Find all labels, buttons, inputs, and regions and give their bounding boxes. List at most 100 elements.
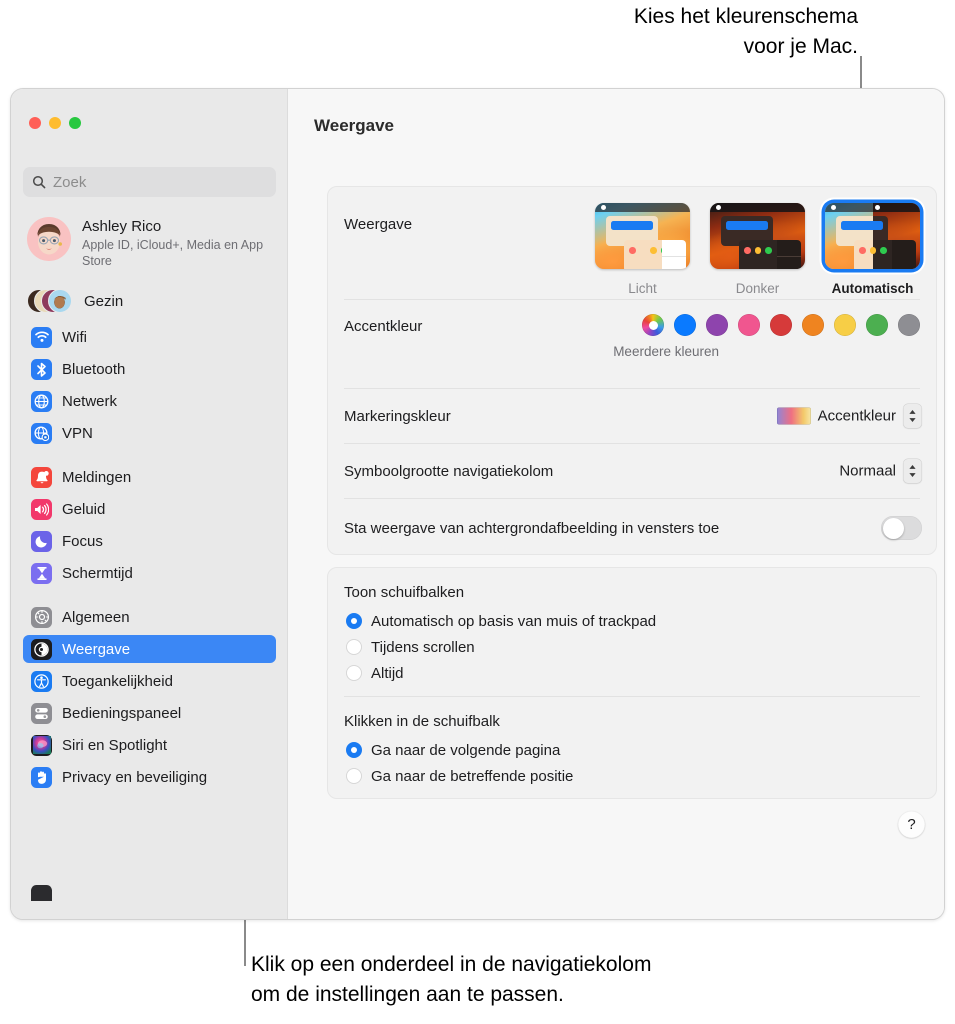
sidebar-icon-size-value: Normaal xyxy=(839,462,896,480)
theme-option-auto[interactable]: Automatisch xyxy=(825,203,920,296)
page-title: Weergave xyxy=(314,116,395,135)
radio-button[interactable] xyxy=(346,768,362,784)
scrollbar-card: Toon schuifbalken Automatisch op basis v… xyxy=(327,567,937,799)
minimize-button[interactable] xyxy=(49,117,61,129)
theme-label-dark: Donker xyxy=(735,281,780,296)
close-button[interactable] xyxy=(29,117,41,129)
radio-button[interactable] xyxy=(346,665,362,681)
accent-swatch-blue[interactable] xyxy=(674,314,696,336)
siri-icon xyxy=(31,734,52,756)
sidebar-item-netwerk[interactable]: Netwerk xyxy=(23,387,276,415)
wallpaper-tinting-label: Sta weergave van achtergrondafbeelding i… xyxy=(344,519,720,537)
sidebar-item-privacy-en-beveiliging[interactable]: Privacy en beveiliging xyxy=(23,763,276,791)
appearance-label: Weergave xyxy=(344,216,413,233)
accent-swatch-green[interactable] xyxy=(866,314,888,336)
show-scrollbars-option-0[interactable]: Automatisch op basis van muis of trackpa… xyxy=(346,608,920,634)
sidebar-item-label-family: Gezin xyxy=(84,292,124,310)
sidebar-item-label: Geluid xyxy=(62,500,106,518)
sidebar-item-bluetooth[interactable]: Bluetooth xyxy=(23,355,276,383)
help-button[interactable]: ? xyxy=(898,811,925,838)
highlight-color-value: Accentkleur xyxy=(817,407,896,425)
theme-label-auto: Automatisch xyxy=(831,281,914,296)
click-scrollbar-option-1[interactable]: Ga naar de betreffende positie xyxy=(346,763,920,789)
wallpaper-tinting-row: Sta weergave van achtergrondafbeelding i… xyxy=(328,499,936,557)
system-settings-window: Zoek Ashley Rico Apple ID, iCloud+, Medi… xyxy=(10,88,945,920)
sidebar-item-label: VPN xyxy=(62,424,93,442)
wallpaper-tinting-toggle[interactable] xyxy=(881,516,922,540)
account-subtitle: Apple ID, iCloud+, Media en App Store xyxy=(82,237,264,268)
sidebar-item-family[interactable]: Gezin xyxy=(23,284,276,318)
sidebar-item-bedieningspaneel[interactable]: Bedieningspaneel xyxy=(23,699,276,727)
zoom-button[interactable] xyxy=(69,117,81,129)
accessibility-icon xyxy=(31,670,52,692)
click-scrollbar-section: Klikken in de schuifbalk Ga naar de volg… xyxy=(328,697,936,799)
sidebar-item-label: Algemeen xyxy=(62,608,130,626)
accent-color-row: Accentkleur Meerdere kleuren xyxy=(328,300,936,388)
sidebar-group-1: Meldingen Geluid Focus Schermtijd xyxy=(23,463,276,587)
accent-swatch-purple[interactable] xyxy=(706,314,728,336)
window-controls xyxy=(29,117,81,129)
highlight-color-row: Markeringskleur Accentkleur xyxy=(328,389,936,443)
sidebar-nav: Wifi Bluetooth Netwerk VPN Meldingen Geluid Fo… xyxy=(23,323,276,807)
search-icon xyxy=(32,175,46,189)
sidebar-item-meldingen[interactable]: Meldingen xyxy=(23,463,276,491)
sidebar-item-apple-id[interactable]: Ashley Rico Apple ID, iCloud+, Media en … xyxy=(23,213,276,273)
highlight-color-popup[interactable]: Accentkleur xyxy=(776,403,922,429)
sidebar-item-label: Bluetooth xyxy=(62,360,126,378)
accent-color-label: Accentkleur xyxy=(344,318,423,335)
sidebar-item-siri-en-spotlight[interactable]: Siri en Spotlight xyxy=(23,731,276,759)
radio-label: Ga naar de betreffende positie xyxy=(371,767,574,785)
theme-picker: Licht Donker Automatisch xyxy=(595,203,920,296)
radio-button[interactable] xyxy=(346,742,362,758)
search-input[interactable]: Zoek xyxy=(23,167,276,197)
sidebar-item-algemeen[interactable]: Algemeen xyxy=(23,603,276,631)
sidebar-item-label: Toegankelijkheid xyxy=(62,672,173,690)
radio-button[interactable] xyxy=(346,613,362,629)
accent-swatch-yellow[interactable] xyxy=(834,314,856,336)
sidebar-item-geluid[interactable]: Geluid xyxy=(23,495,276,523)
theme-thumb-light xyxy=(595,203,690,269)
highlight-color-label: Markeringskleur xyxy=(344,407,451,425)
sidebar-item-label: Focus xyxy=(62,532,103,550)
bluetooth-icon xyxy=(31,358,52,380)
sidebar-item-partial-icon[interactable] xyxy=(31,885,52,901)
control-center-icon xyxy=(31,702,52,724)
wifi-icon xyxy=(31,326,52,348)
accent-swatch-pink[interactable] xyxy=(738,314,760,336)
account-name: Ashley Rico xyxy=(82,218,162,235)
chevron-updown-icon xyxy=(903,458,922,484)
sidebar-item-label: Wifi xyxy=(62,328,87,346)
radio-button[interactable] xyxy=(346,639,362,655)
radio-label: Altijd xyxy=(371,664,404,682)
sidebar-icon-size-popup[interactable]: Normaal xyxy=(839,458,922,484)
sidebar-item-weergave[interactable]: Weergave xyxy=(23,635,276,663)
appearance-row: Weergave Licht Donker Automatisch xyxy=(328,187,936,299)
sidebar-item-focus[interactable]: Focus xyxy=(23,527,276,555)
sidebar: Zoek Ashley Rico Apple ID, iCloud+, Medi… xyxy=(11,89,288,919)
theme-option-dark[interactable]: Donker xyxy=(710,203,805,296)
sidebar-item-toegankelijkheid[interactable]: Toegankelijkheid xyxy=(23,667,276,695)
show-scrollbars-label: Toon schuifbalken xyxy=(344,584,465,601)
show-scrollbars-section: Toon schuifbalken Automatisch op basis v… xyxy=(328,568,936,696)
hourglass-icon xyxy=(31,562,52,584)
accent-swatch-multicolor[interactable] xyxy=(642,314,664,336)
theme-thumb-auto xyxy=(825,203,920,269)
show-scrollbars-option-1[interactable]: Tijdens scrollen xyxy=(346,634,920,660)
gear-icon xyxy=(31,606,52,628)
click-scrollbar-option-0[interactable]: Ga naar de volgende pagina xyxy=(346,737,920,763)
accent-swatch-red[interactable] xyxy=(770,314,792,336)
sidebar-item-wifi[interactable]: Wifi xyxy=(23,323,276,351)
detail-pane: Weergave Weergave Licht Donker Automatis… xyxy=(288,89,944,919)
theme-option-light[interactable]: Licht xyxy=(595,203,690,296)
show-scrollbars-option-2[interactable]: Altijd xyxy=(346,660,920,686)
sidebar-item-vpn[interactable]: VPN xyxy=(23,419,276,447)
accent-swatch-orange[interactable] xyxy=(802,314,824,336)
search-placeholder: Zoek xyxy=(53,173,87,191)
sidebar-item-schermtijd[interactable]: Schermtijd xyxy=(23,559,276,587)
theme-label-light: Licht xyxy=(628,281,657,296)
accent-swatch-graphite[interactable] xyxy=(898,314,920,336)
sidebar-item-label: Weergave xyxy=(62,640,131,658)
avatar xyxy=(27,217,71,261)
globe-icon xyxy=(31,390,52,412)
gradient-swatch-icon xyxy=(776,407,811,425)
